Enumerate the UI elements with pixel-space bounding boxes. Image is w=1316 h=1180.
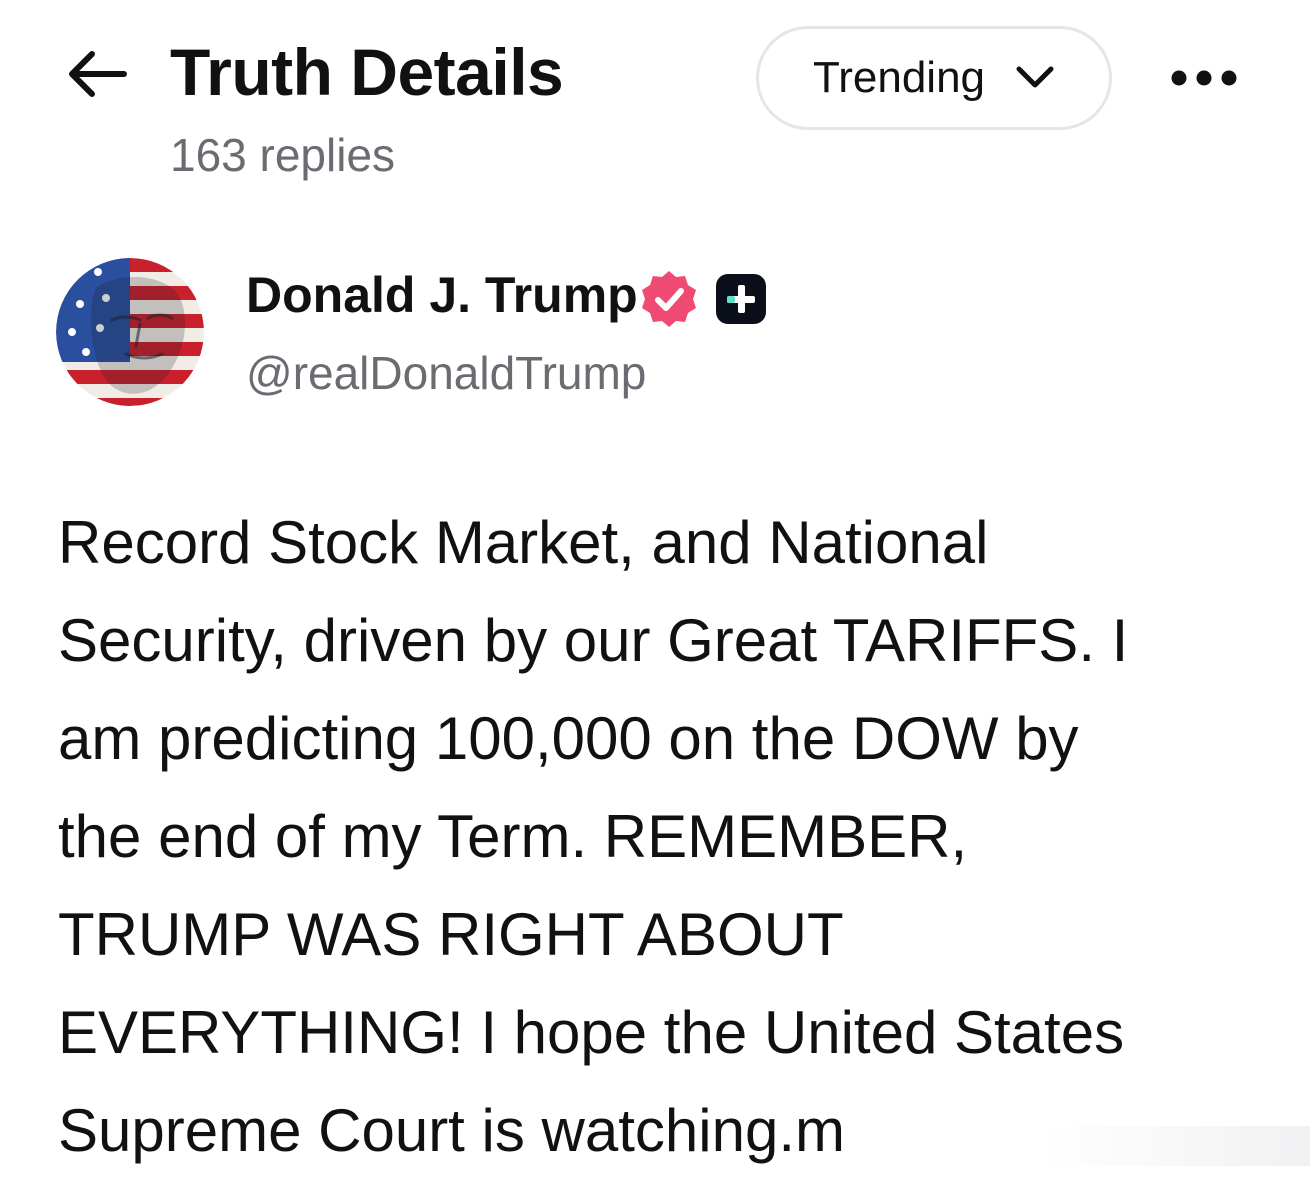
post-text: Record Stock Market, and National Securi…	[58, 509, 1129, 1164]
sort-dropdown[interactable]: Trending	[756, 26, 1112, 130]
scroll-fade	[1040, 1126, 1310, 1166]
avatar[interactable]	[56, 258, 204, 406]
sort-dropdown-label: Trending	[812, 53, 986, 102]
page-title: Truth Details	[170, 35, 564, 109]
back-button[interactable]	[62, 42, 132, 106]
chevron-down-icon	[1016, 66, 1054, 88]
more-horizontal-icon	[1171, 70, 1237, 86]
app-header: Truth Details 163 replies Trending	[0, 0, 1316, 200]
truth-plus-badge-icon	[716, 274, 766, 324]
reply-count: 163 replies	[170, 129, 396, 181]
author-row: Donald J. Trump @realDonaldTrump	[0, 250, 1316, 420]
verified-badge-icon	[642, 271, 696, 327]
more-options-button[interactable]	[1166, 56, 1242, 100]
author-display-name[interactable]: Donald J. Trump	[246, 266, 638, 324]
author-handle[interactable]: @realDonaldTrump	[246, 346, 646, 400]
arrow-left-icon	[69, 51, 127, 97]
avatar-image	[56, 258, 204, 406]
